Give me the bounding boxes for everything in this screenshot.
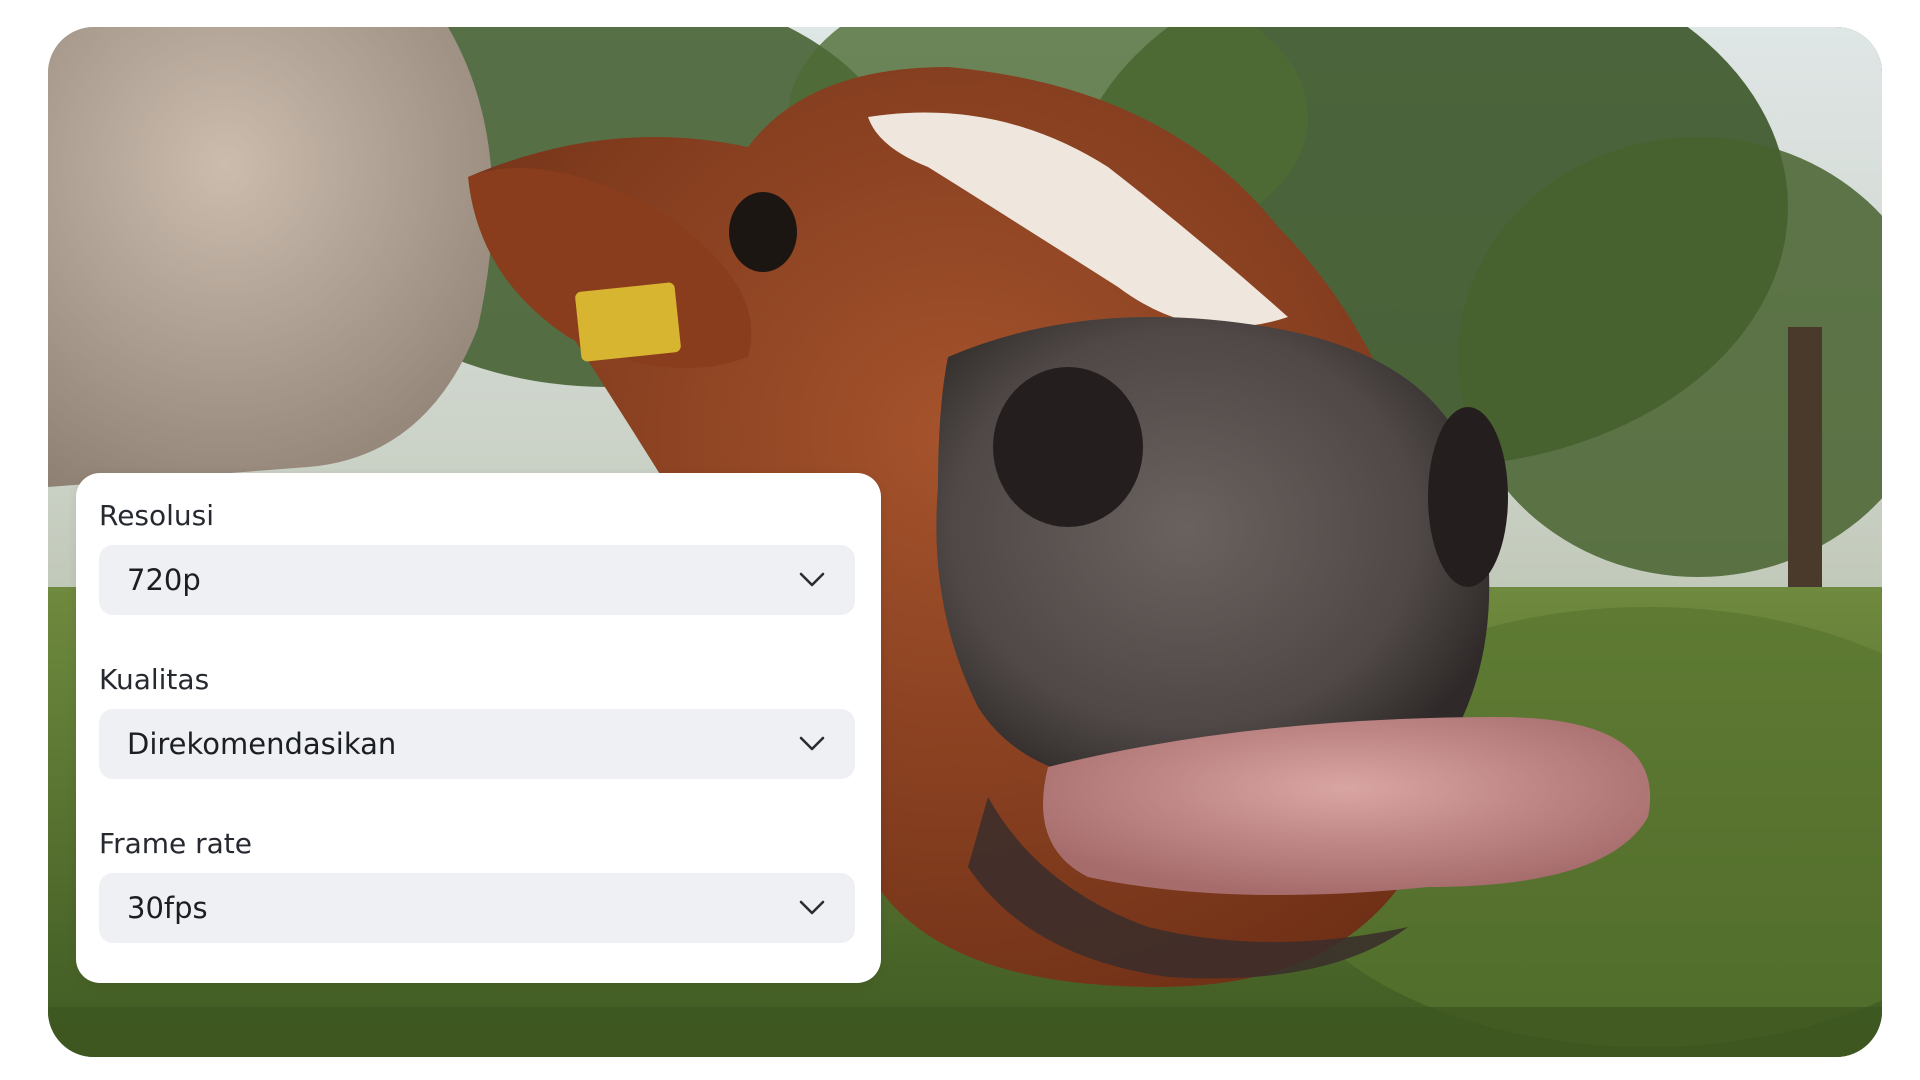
video-settings-panel: Resolusi 720p Kualitas Direkomendasikan … — [76, 473, 881, 983]
frame-rate-group: Frame rate 30fps — [99, 827, 855, 943]
quality-group: Kualitas Direkomendasikan — [99, 663, 855, 779]
resolution-value: 720p — [127, 563, 201, 597]
resolution-dropdown[interactable]: 720p — [99, 545, 855, 615]
quality-dropdown[interactable]: Direkomendasikan — [99, 709, 855, 779]
frame-rate-value: 30fps — [127, 891, 208, 925]
resolution-label: Resolusi — [99, 499, 215, 532]
chevron-down-icon — [799, 900, 825, 915]
quality-label: Kualitas — [99, 663, 210, 696]
chevron-down-icon — [799, 572, 825, 587]
chevron-down-icon — [799, 736, 825, 751]
frame-rate-label: Frame rate — [99, 827, 253, 860]
quality-value: Direkomendasikan — [127, 727, 397, 761]
resolution-group: Resolusi 720p — [99, 499, 855, 615]
frame-rate-dropdown[interactable]: 30fps — [99, 873, 855, 943]
